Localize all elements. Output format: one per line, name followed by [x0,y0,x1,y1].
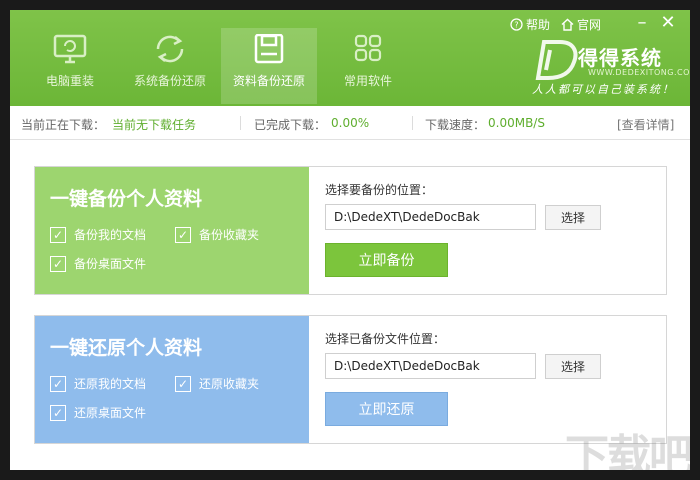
restore-title: 一键还原个人资料 [50,337,203,359]
backup-desktop-checkbox[interactable]: ✓ 备份桌面文件 [50,255,146,272]
checkmark-icon: ✓ [50,255,66,272]
help-label: 帮助 [526,17,551,32]
save-icon [254,34,284,64]
checkmark-icon: ✓ [175,226,191,243]
checkbox-label: 备份桌面文件 [74,257,147,271]
divider [412,116,413,130]
checkbox-label: 还原收藏夹 [199,377,260,391]
website-link[interactable]: 官网 [561,15,601,33]
restore-options: 一键还原个人资料 ✓ 还原我的文档 ✓ 还原收藏夹 ✓ 还原桌面文件 [35,316,309,443]
tab-label: 常用软件 [343,74,392,88]
minimize-button[interactable]: – [629,12,655,34]
checkbox-label: 备份收藏夹 [199,228,260,242]
svg-text:?: ? [514,20,518,29]
help-icon: ? [510,17,523,31]
logo-slogan: 人人都可以自己装系统！ [532,83,675,96]
backup-documents-checkbox[interactable]: ✓ 备份我的文档 [50,226,146,243]
minimize-icon: – [637,12,647,33]
current-download-value: 当前无下载任务 [112,118,197,132]
checkmark-icon: ✓ [50,375,66,392]
restore-path-input[interactable] [325,353,536,379]
backup-path-input[interactable] [325,204,536,230]
logo-url: WWW.DEDEXITONG.COM [588,68,690,77]
tab-system-backup[interactable]: 系统备份还原 [122,28,218,104]
backup-favorites-checkbox[interactable]: ✓ 备份收藏夹 [175,226,259,243]
close-button[interactable]: ✕ [655,12,681,34]
completed-label: 已完成下载： [254,118,327,132]
restore-desktop-checkbox[interactable]: ✓ 还原桌面文件 [50,404,146,421]
backup-panel: 一键备份个人资料 ✓ 备份我的文档 ✓ 备份收藏夹 ✓ 备份桌面文件 选择要备份… [34,166,667,295]
backup-choose-button[interactable]: 选择 [545,205,601,230]
backup-options: 一键备份个人资料 ✓ 备份我的文档 ✓ 备份收藏夹 ✓ 备份桌面文件 [35,167,309,294]
checkmark-icon: ✓ [50,226,66,243]
tab-label: 电脑重装 [45,74,94,88]
checkmark-icon: ✓ [175,375,191,392]
header-bar: 电脑重装 系统备份还原 资料备份还原 常用软件 ? 帮助 官网 – ✕ 得得系统… [10,10,690,106]
view-details-link[interactable]: [查看详情] [617,116,674,133]
restore-documents-checkbox[interactable]: ✓ 还原我的文档 [50,375,146,392]
completed-value: 0.00% [331,116,370,130]
refresh-icon [156,35,184,63]
checkbox-label: 还原我的文档 [74,377,147,391]
speed-label: 下载速度： [425,118,486,132]
checkbox-label: 还原桌面文件 [74,406,147,420]
restore-favorites-checkbox[interactable]: ✓ 还原收藏夹 [175,375,259,392]
monitor-icon [53,34,87,64]
watermark-logo: 下载吧 [565,431,690,470]
restore-location-label: 选择已备份文件位置： [325,332,446,346]
tab-pc-reinstall[interactable]: 电脑重装 [22,28,118,104]
tab-label: 资料备份还原 [232,74,305,88]
checkmark-icon: ✓ [50,404,66,421]
current-download-label: 当前正在下载： [21,118,106,132]
backup-now-button[interactable]: 立即备份 [325,243,448,277]
logo-d-icon [535,40,578,80]
brand-logo: 得得系统 WWW.DEDEXITONG.COM 人人都可以自己装系统！ [530,38,690,96]
tab-label: 系统备份还原 [133,74,206,88]
tab-common-software[interactable]: 常用软件 [320,28,416,104]
backup-title: 一键备份个人资料 [50,188,203,210]
tab-data-backup[interactable]: 资料备份还原 [221,28,317,104]
home-icon [561,18,574,31]
help-link[interactable]: ? 帮助 [510,15,550,33]
download-status-bar: 当前正在下载： 当前无下载任务 已完成下载： 0.00% 下载速度： 0.00M… [10,106,690,140]
speed-value: 0.00MB/S [488,116,545,130]
website-label: 官网 [577,17,602,32]
close-icon: ✕ [660,12,676,33]
apps-grid-icon [354,34,382,62]
restore-choose-button[interactable]: 选择 [545,354,601,379]
checkbox-label: 备份我的文档 [74,228,147,242]
app-window: 电脑重装 系统备份还原 资料备份还原 常用软件 ? 帮助 官网 – ✕ 得得系统… [10,10,690,470]
logo-text: 得得系统 [578,46,662,70]
restore-now-button[interactable]: 立即还原 [325,392,448,426]
backup-location-label: 选择要备份的位置： [325,183,434,197]
divider [240,116,241,130]
